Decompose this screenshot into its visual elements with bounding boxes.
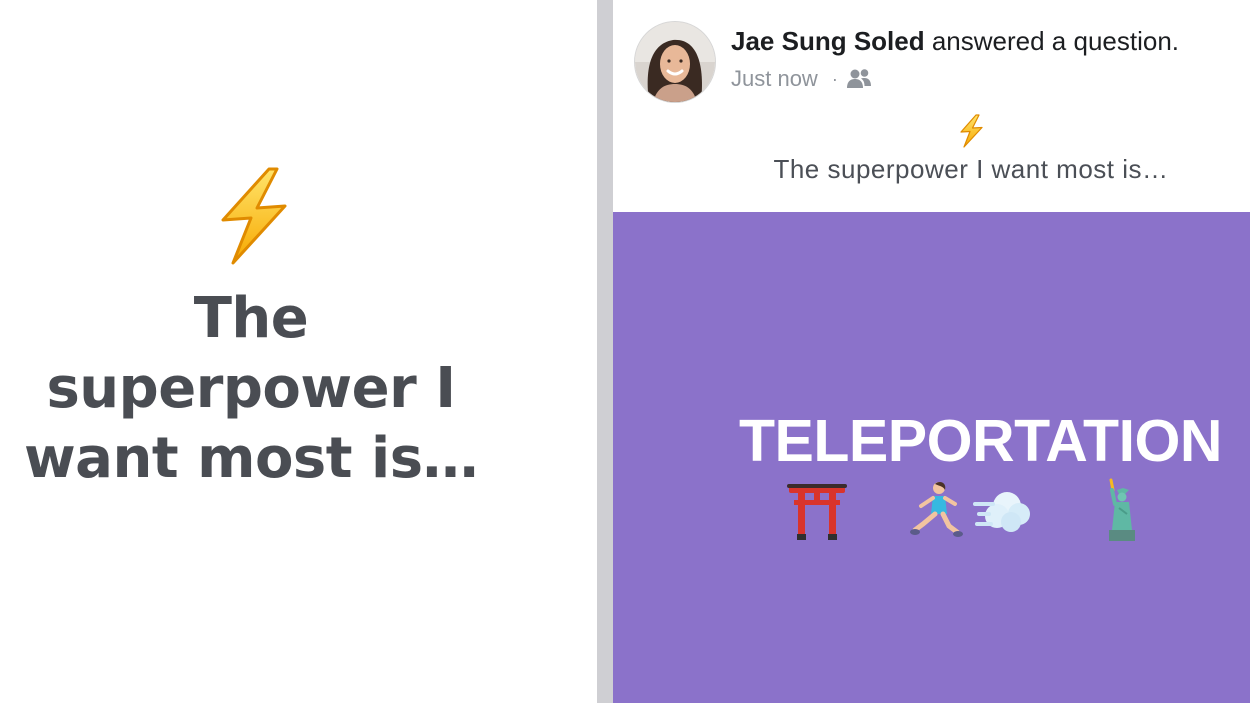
profile-photo-icon <box>635 22 715 102</box>
pane-divider <box>597 0 613 703</box>
prompt-title: The superpower I want most is… <box>23 286 479 491</box>
post-header: Jae Sung Soled answered a question. <box>731 26 1179 57</box>
running-woman-icon <box>910 482 963 537</box>
question-text: The superpower I want most is… <box>773 154 1169 184</box>
answer-text: TELEPORTATION <box>739 408 1222 474</box>
answer-card[interactable]: TELEPORTATION <box>613 212 1250 703</box>
lightning-bolt-icon <box>960 114 983 148</box>
friends-icon[interactable] <box>846 68 872 90</box>
meta-separator: · <box>831 68 838 89</box>
author-name[interactable]: Jae Sung Soled <box>731 26 925 56</box>
dash-cloud-icon <box>973 492 1030 532</box>
action-text: answered a question. <box>931 26 1180 56</box>
feed-post: Jae Sung Soled answered a question. Just… <box>613 0 1250 703</box>
post-meta: Just now · <box>731 66 872 92</box>
prompt-card: The superpower I want most is… <box>0 0 597 703</box>
statue-of-liberty-icon <box>1109 478 1135 541</box>
lightning-bolt-icon <box>221 167 287 265</box>
timestamp[interactable]: Just now <box>731 66 818 92</box>
avatar[interactable] <box>635 22 715 102</box>
torii-gate-icon <box>787 484 847 540</box>
